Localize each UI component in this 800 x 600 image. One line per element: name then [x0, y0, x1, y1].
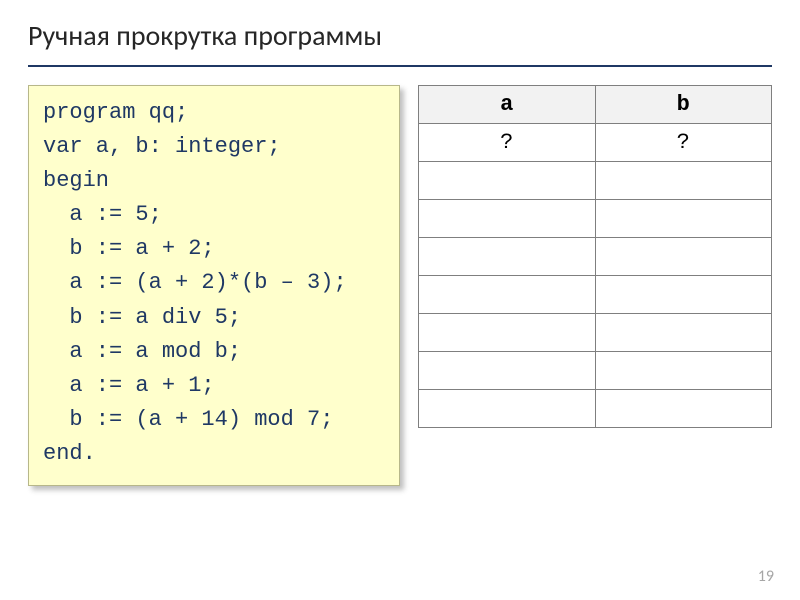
table-row: [419, 390, 772, 428]
table-header-b: b: [595, 86, 772, 124]
content-row: program qq; var a, b: integer; begin a :…: [0, 67, 800, 486]
table-cell: [595, 276, 772, 314]
slide-title: Ручная прокрутка программы: [28, 18, 772, 53]
trace-table: a b ? ?: [418, 85, 772, 428]
code-line: a := (a + 2)*(b – 3);: [43, 266, 385, 300]
table-row: [419, 238, 772, 276]
code-block: program qq; var a, b: integer; begin a :…: [28, 85, 400, 486]
table-cell: [419, 276, 596, 314]
code-line: program qq;: [43, 96, 385, 130]
table-row: [419, 162, 772, 200]
table-cell: [595, 238, 772, 276]
table-row: [419, 276, 772, 314]
table-cell: [419, 314, 596, 352]
code-line: a := a mod b;: [43, 335, 385, 369]
table-cell: [595, 162, 772, 200]
table-header-a: a: [419, 86, 596, 124]
code-line: b := a div 5;: [43, 301, 385, 335]
table-cell: [595, 352, 772, 390]
table-cell: [595, 314, 772, 352]
table-cell: [419, 200, 596, 238]
page-number: 19: [758, 567, 774, 586]
trace-table-container: a b ? ?: [418, 85, 772, 486]
table-cell: [595, 200, 772, 238]
code-line: b := a + 2;: [43, 232, 385, 266]
table-cell: ?: [419, 124, 596, 162]
table-row: ? ?: [419, 124, 772, 162]
code-line: a := 5;: [43, 198, 385, 232]
table-row: [419, 200, 772, 238]
table-cell: ?: [595, 124, 772, 162]
code-line: begin: [43, 164, 385, 198]
table-row: [419, 352, 772, 390]
table-cell: [419, 162, 596, 200]
code-line: end.: [43, 437, 385, 471]
table-row: [419, 314, 772, 352]
code-line: b := (a + 14) mod 7;: [43, 403, 385, 437]
code-line: var a, b: integer;: [43, 130, 385, 164]
table-cell: [419, 238, 596, 276]
table-cell: [419, 352, 596, 390]
code-line: a := a + 1;: [43, 369, 385, 403]
table-cell: [595, 390, 772, 428]
table-cell: [419, 390, 596, 428]
